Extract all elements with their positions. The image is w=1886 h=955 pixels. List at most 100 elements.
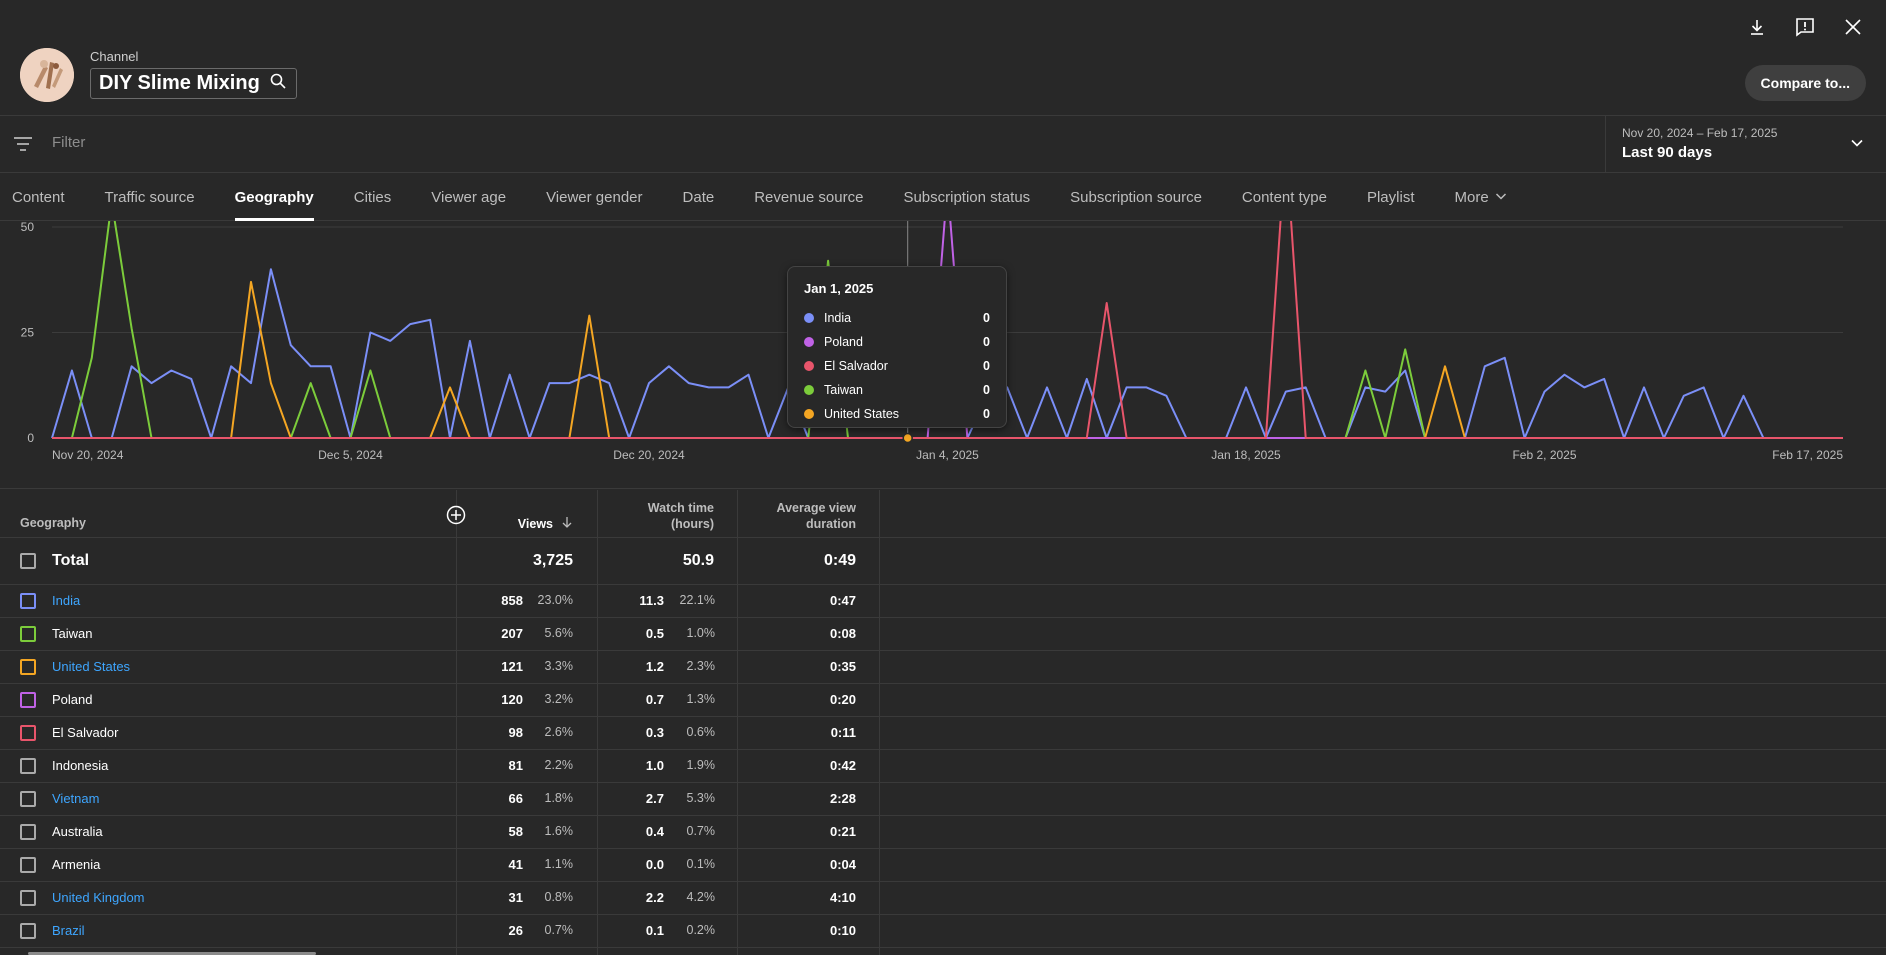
watch-time-percent: 2.3% — [686, 659, 716, 673]
row-checkbox[interactable] — [20, 890, 36, 906]
views-value: 81 — [508, 758, 523, 773]
chevron-down-icon — [1850, 136, 1864, 155]
tab-revenue-source[interactable]: Revenue source — [754, 173, 863, 221]
tooltip-date: Jan 1, 2025 — [804, 281, 874, 296]
tab-viewer-age[interactable]: Viewer age — [431, 173, 506, 221]
tooltip-series-value: 0 — [983, 383, 990, 397]
report-tabs: Content Traffic source Geography Cities View… — [0, 173, 1886, 221]
total-avg-view-duration: 0:49 — [823, 552, 856, 569]
geography-name[interactable]: United States — [52, 659, 130, 674]
table-header: Geography Views Watch time (hours) Avera… — [0, 490, 1886, 538]
avg-view-duration-value: 0:35 — [829, 659, 856, 674]
x-tick-label: Nov 20, 2024 — [52, 448, 124, 462]
geography-name[interactable]: India — [52, 593, 80, 608]
series-dot — [804, 361, 814, 371]
tab-label: Playlist — [1366, 188, 1415, 206]
filter-icon[interactable] — [14, 136, 32, 157]
tab-content-type[interactable]: Content type — [1242, 173, 1327, 221]
watch-time-percent: 0.7% — [686, 824, 716, 838]
total-label: Total — [52, 552, 90, 569]
row-checkbox[interactable] — [20, 659, 36, 675]
filter-input[interactable] — [52, 134, 1552, 151]
tab-viewer-gender[interactable]: Viewer gender — [546, 173, 642, 221]
views-value: 120 — [501, 692, 523, 707]
table-row: India 858 23.0% 11.3 22.1% 0:47 — [0, 585, 1886, 618]
column-header-views[interactable]: Views — [455, 516, 573, 531]
views-percent: 2.2% — [544, 758, 574, 772]
row-checkbox[interactable] — [20, 791, 36, 807]
tab-traffic-source[interactable]: Traffic source — [105, 173, 195, 221]
series-dot — [804, 313, 814, 323]
tab-content[interactable]: Content — [12, 173, 65, 221]
watch-time-value: 2.2 — [645, 890, 664, 905]
tab-subscription-source[interactable]: Subscription source — [1070, 173, 1202, 221]
tooltip-series-name: Taiwan — [824, 383, 863, 397]
row-checkbox[interactable] — [20, 725, 36, 741]
compare-to-button[interactable]: Compare to... — [1744, 65, 1866, 101]
tooltip-series-name: Poland — [824, 335, 863, 349]
table-row: Armenia 41 1.1% 0.0 0.1% 0:04 — [0, 849, 1886, 882]
row-checkbox[interactable] — [20, 626, 36, 642]
search-icon[interactable] — [270, 73, 286, 94]
watch-time-percent: 1.0% — [686, 626, 716, 640]
watch-time-percent: 1.9% — [686, 758, 716, 772]
channel-selector[interactable]: DIY Slime Mixing — [90, 68, 297, 99]
geography-name: Australia — [52, 824, 103, 839]
watch-time-value: 0.4 — [645, 824, 664, 839]
tab-label: Viewer age — [431, 188, 507, 206]
views-percent: 1.1% — [544, 857, 574, 871]
row-checkbox[interactable] — [20, 857, 36, 873]
row-checkbox[interactable] — [20, 692, 36, 708]
avd-header-line1: Average view — [776, 501, 856, 515]
hover-point — [902, 432, 913, 444]
watch-time-value: 11.3 — [639, 593, 664, 608]
views-value: 41 — [508, 857, 523, 872]
tab-playlist[interactable]: Playlist — [1367, 173, 1415, 221]
views-header-label: Views — [517, 516, 553, 531]
watch-time-percent: 5.3% — [686, 791, 716, 805]
tab-subscription-status[interactable]: Subscription status — [903, 173, 1030, 221]
geography-table: Geography Views Watch time (hours) Avera… — [0, 490, 1886, 955]
avg-view-duration-value: 0:10 — [829, 923, 856, 938]
x-tick-label: Jan 18, 2025 — [1211, 448, 1281, 462]
watch-time-percent: 4.2% — [686, 890, 716, 904]
date-range-dates: Nov 20, 2024 – Feb 17, 2025 — [1622, 126, 1778, 140]
total-checkbox[interactable] — [20, 553, 36, 569]
x-tick-label: Jan 4, 2025 — [916, 448, 979, 462]
table-row: Brazil 26 0.7% 0.1 0.2% 0:10 — [0, 915, 1886, 948]
feedback-icon[interactable] — [1792, 14, 1818, 40]
tooltip-row: El Salvador 0 — [804, 354, 990, 378]
x-tick-label: Dec 5, 2024 — [318, 448, 383, 462]
tab-label: Subscription source — [1070, 188, 1202, 206]
views-percent: 0.7% — [544, 923, 574, 937]
table-row: Indonesia 81 2.2% 1.0 1.9% 0:42 — [0, 750, 1886, 783]
watch-time-header-line2: (hours) — [670, 517, 714, 531]
geography-name: Taiwan — [52, 626, 93, 641]
tab-geography[interactable]: Geography — [234, 173, 314, 221]
tab-label: Cities — [353, 188, 392, 206]
channel-avatar[interactable] — [20, 48, 74, 102]
geography-name[interactable]: United Kingdom — [52, 890, 145, 905]
geography-name[interactable]: Vietnam — [52, 791, 99, 806]
row-checkbox[interactable] — [20, 923, 36, 939]
download-icon[interactable] — [1744, 14, 1770, 40]
column-header-geography[interactable]: Geography — [20, 516, 86, 530]
series-dot — [804, 337, 814, 347]
watch-time-value: 0.1 — [645, 923, 664, 938]
row-checkbox[interactable] — [20, 824, 36, 840]
geography-name[interactable]: Brazil — [52, 923, 85, 938]
column-header-avg-view-duration[interactable]: Average view duration — [738, 500, 856, 532]
tab-date[interactable]: Date — [683, 173, 715, 221]
row-checkbox[interactable] — [20, 758, 36, 774]
column-header-watch-time[interactable]: Watch time (hours) — [598, 500, 714, 532]
tab-more[interactable]: More — [1454, 173, 1506, 221]
tooltip-row: Taiwan 0 — [804, 378, 990, 402]
row-checkbox[interactable] — [20, 593, 36, 609]
views-percent: 5.6% — [544, 626, 574, 640]
tab-label: Geography — [234, 188, 314, 206]
views-value: 858 — [501, 593, 523, 608]
table-row: Taiwan 207 5.6% 0.5 1.0% 0:08 — [0, 618, 1886, 651]
tab-cities[interactable]: Cities — [354, 173, 392, 221]
close-icon[interactable] — [1840, 14, 1866, 40]
date-range-picker[interactable]: Nov 20, 2024 – Feb 17, 2025 Last 90 days — [1605, 116, 1886, 173]
